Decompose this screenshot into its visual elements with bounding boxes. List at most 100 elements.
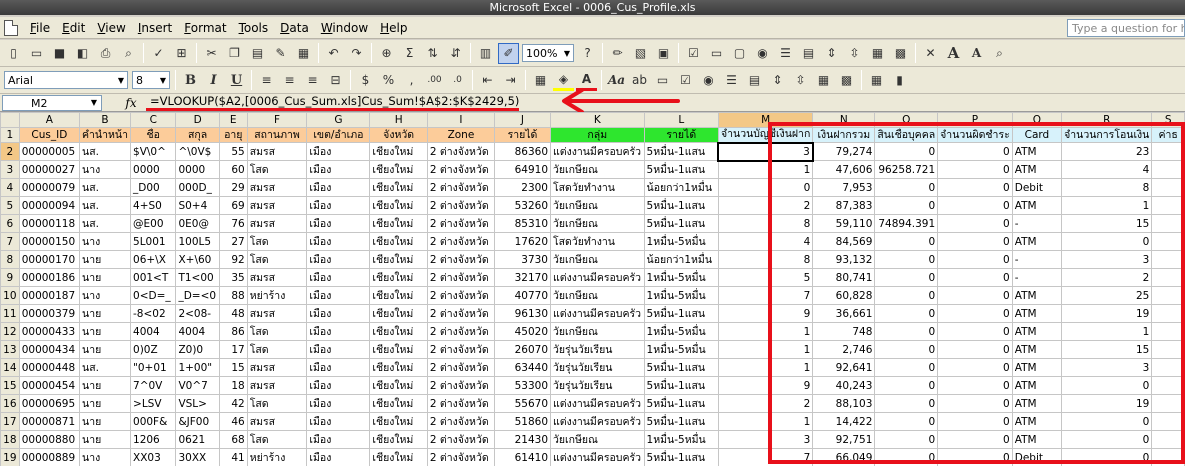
reply-icon[interactable]: ▣ (653, 43, 674, 64)
cell[interactable]: 00000005 (18, 142, 81, 161)
cell[interactable]: เชียงใหม่ (369, 394, 428, 413)
cell[interactable]: นส. (79, 358, 132, 377)
cell[interactable]: 0 (874, 268, 939, 287)
cell[interactable]: 5L001 (130, 232, 177, 251)
cell[interactable]: 0 (874, 412, 939, 431)
print-icon[interactable]: ⎙ (95, 43, 116, 64)
cell[interactable]: 4004 (175, 322, 220, 341)
cell[interactable]: _D00 (130, 178, 177, 197)
cell[interactable]: วัยเกษียณ (550, 250, 645, 269)
cell[interactable]: 0 (874, 178, 939, 197)
cell[interactable]: 30XX (175, 448, 220, 466)
cell[interactable]: ATM (1011, 394, 1063, 413)
cell[interactable]: 2 ต่างจังหวัด (426, 358, 495, 377)
cell[interactable]: เชียงใหม่ (369, 142, 428, 161)
row-header[interactable]: 1 (0, 127, 20, 143)
cell[interactable]: 748 (812, 322, 876, 341)
cell[interactable]: เชียงใหม่ (369, 376, 428, 395)
cell[interactable]: 4004 (130, 322, 177, 341)
cell[interactable]: 0 (1061, 448, 1153, 466)
cell[interactable]: หย่าร้าง (246, 286, 308, 305)
cell[interactable]: นส. (79, 214, 132, 233)
cell[interactable]: เชียงใหม่ (369, 286, 428, 305)
cell[interactable]: แต่งงานมีครอบครัว (550, 304, 645, 323)
menu-window[interactable]: Window (315, 18, 374, 38)
cell[interactable]: 92,641 (812, 358, 876, 377)
cell[interactable]: 2 ต่างจังหวัด (426, 340, 495, 359)
cell[interactable]: 61410 (493, 448, 552, 466)
row-header[interactable]: 11 (0, 304, 20, 323)
cell[interactable]: - (1011, 268, 1063, 287)
checkbox-control-icon[interactable]: ☑ (683, 43, 704, 64)
cell[interactable]: 5หมื่น-1แสน (643, 304, 719, 323)
cell[interactable]: 17 (218, 340, 248, 359)
cell[interactable]: เชียงใหม่ (369, 268, 428, 287)
field-header-cell[interactable]: รายได้ (643, 127, 719, 143)
cell[interactable]: นาง (79, 286, 132, 305)
column-header-l[interactable]: L (643, 112, 719, 128)
cell[interactable]: นาย (79, 394, 132, 413)
cell[interactable]: เชียงใหม่ (369, 232, 428, 251)
cell[interactable]: &JF00 (175, 412, 220, 431)
find-icon[interactable]: ⌕ (989, 43, 1010, 64)
cell[interactable]: 0 (874, 196, 939, 215)
cell[interactable]: โสด (246, 160, 308, 179)
drawing-icon[interactable]: ✐ (498, 42, 519, 64)
cell[interactable]: 00000695 (18, 394, 81, 413)
cell[interactable]: 86360 (493, 142, 552, 161)
menu-edit[interactable]: Edit (56, 18, 91, 38)
cell[interactable]: 00000118 (18, 214, 81, 233)
cell[interactable]: 88 (218, 286, 248, 305)
cell[interactable]: หย่าร้าง (246, 448, 308, 466)
cell[interactable]: 76 (218, 214, 248, 233)
cell[interactable]: Debit (1011, 178, 1063, 197)
cell[interactable]: 0 (874, 448, 939, 466)
form-scroll-icon[interactable]: ⇕ (767, 70, 788, 91)
comma-icon[interactable]: , (401, 70, 422, 91)
cell[interactable]: 5หมื่น-1แสน (643, 376, 719, 395)
scrollbar-control-icon[interactable]: ⇕ (821, 43, 842, 64)
cell[interactable]: เมือง (306, 250, 371, 269)
font-size-icon[interactable]: A (943, 43, 964, 64)
cell[interactable]: โสด (246, 250, 308, 269)
cell[interactable]: 0)0Z (130, 340, 177, 359)
formula-input[interactable]: =VLOOKUP($A2,[0006_Cus_Sum.xls]Cus_Sum!$… (146, 94, 520, 111)
row-header[interactable]: 7 (0, 232, 20, 251)
cell[interactable]: 06+\X (130, 250, 177, 269)
form-props-icon[interactable]: ▦ (813, 70, 834, 91)
cell[interactable] (1151, 358, 1185, 377)
cell[interactable]: 1 (717, 340, 814, 359)
cell[interactable]: 8 (1061, 178, 1153, 197)
cell[interactable]: 74894.391 (874, 214, 939, 233)
cell[interactable]: 92 (218, 250, 248, 269)
cell[interactable]: เมือง (306, 196, 371, 215)
increase-decimal-icon[interactable]: .00 (424, 70, 445, 91)
cell[interactable]: เมือง (306, 160, 371, 179)
cell[interactable]: 1 (717, 412, 814, 431)
cell[interactable]: 69 (218, 196, 248, 215)
row-header[interactable]: 5 (0, 196, 20, 215)
cell[interactable] (1151, 304, 1185, 323)
cell[interactable]: 96258.721 (874, 160, 939, 179)
row-header[interactable]: 4 (0, 178, 20, 197)
cell[interactable]: ATM (1011, 358, 1063, 377)
toggle-grid-icon[interactable]: ▦ (866, 70, 887, 91)
cell[interactable]: 1หมื่น-5หมื่น (643, 268, 719, 287)
cell[interactable]: 8 (717, 250, 814, 269)
cell[interactable]: สมรส (246, 304, 308, 323)
cell[interactable]: แต่งงานมีครอบครัว (550, 394, 645, 413)
align-right-icon[interactable]: ≡ (302, 70, 323, 91)
cell[interactable]: 00000027 (18, 160, 81, 179)
cell[interactable]: เมือง (306, 214, 371, 233)
cell[interactable]: - (1011, 214, 1063, 233)
cell[interactable]: 3 (717, 430, 814, 449)
cell[interactable]: 2 (717, 394, 814, 413)
cell[interactable]: 53300 (493, 376, 552, 395)
cell[interactable]: 0 (874, 430, 939, 449)
cell[interactable]: 00000448 (18, 358, 81, 377)
align-left-icon[interactable]: ≡ (256, 70, 277, 91)
cell[interactable]: 36,661 (812, 304, 876, 323)
cell[interactable]: ATM (1011, 160, 1063, 179)
cell[interactable]: 5หมื่น-1แสน (643, 412, 719, 431)
permission-icon[interactable]: ◧ (72, 43, 93, 64)
